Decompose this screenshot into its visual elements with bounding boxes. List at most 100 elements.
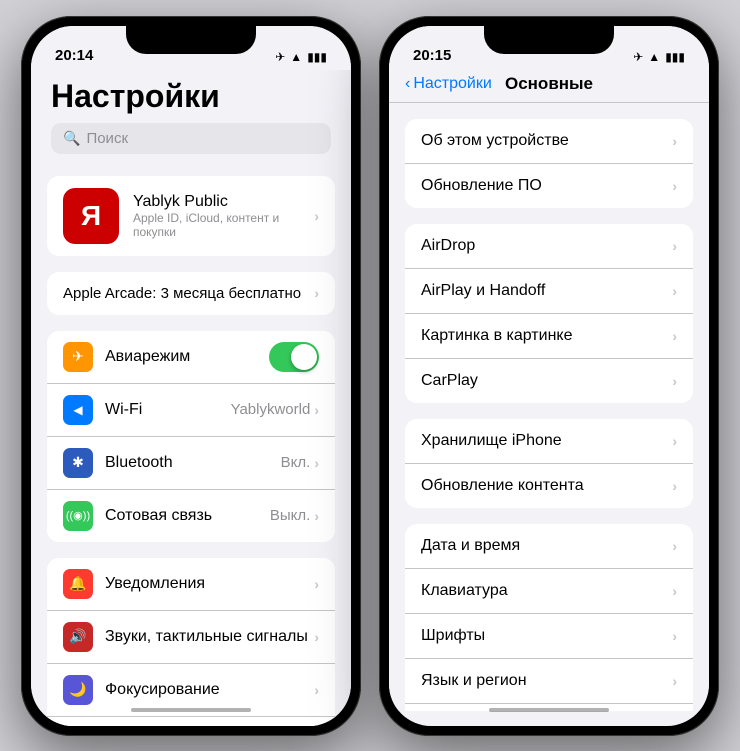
about-chevron: › [672, 133, 677, 149]
search-icon: 🔍 [63, 130, 80, 147]
datetime-label: Дата и время [421, 537, 520, 555]
notifications-content: Уведомления [105, 575, 314, 593]
search-placeholder: Поиск [86, 130, 128, 147]
setting-screentime[interactable]: ⏱ Экранное время › [47, 717, 335, 726]
pip-chevron: › [672, 328, 677, 344]
nav-title: Основные [505, 74, 593, 94]
cellular-value: Выкл. [270, 507, 310, 524]
left-phone: 20:14 ✈ ▲ ▮▮▮ Настройки 🔍 Поиск [21, 16, 361, 736]
cellular-label: Сотовая связь [105, 507, 212, 524]
section-airdrop: AirDrop › AirPlay и Handoff › Картинка в… [405, 224, 693, 403]
update-label: Обновление ПО [421, 177, 542, 195]
status-time-left: 20:14 [55, 47, 93, 64]
setting-cellular[interactable]: ((◉)) Сотовая связь Выкл. › [47, 490, 335, 542]
section-device: Об этом устройстве › Обновление ПО › [405, 119, 693, 208]
nav-back-label: Настройки [413, 75, 491, 93]
row-carplay[interactable]: CarPlay › [405, 359, 693, 403]
arcade-text: Apple Arcade: 3 месяца бесплатно [63, 285, 301, 302]
about-label: Об этом устройстве [421, 132, 569, 150]
home-indicator-left [131, 708, 251, 712]
sounds-icon: 🔊 [63, 622, 93, 652]
battery-icon-right: ▮▮▮ [665, 50, 685, 64]
bluetooth-content: Bluetooth [105, 454, 281, 472]
row-fonts[interactable]: Шрифты › [405, 614, 693, 659]
fonts-chevron: › [672, 628, 677, 644]
bluetooth-value: Вкл. [281, 454, 311, 471]
search-bar[interactable]: 🔍 Поиск [51, 123, 331, 154]
wifi-chevron: › [314, 402, 319, 418]
bgrefresh-label: Обновление контента [421, 477, 584, 495]
left-phone-screen: 20:14 ✈ ▲ ▮▮▮ Настройки 🔍 Поиск [31, 26, 351, 726]
notch-left [126, 26, 256, 54]
sounds-chevron: › [314, 629, 319, 645]
row-airdrop[interactable]: AirDrop › [405, 224, 693, 269]
back-chevron-icon: ‹ [405, 75, 410, 93]
arcade-banner[interactable]: Apple Arcade: 3 месяца бесплатно › [47, 272, 335, 315]
status-time-right: 20:15 [413, 47, 451, 64]
left-screen-content: Настройки 🔍 Поиск Я Yablyk Public Apple … [31, 70, 351, 726]
airplane-content: Авиарежим [105, 348, 269, 366]
cellular-content: Сотовая связь [105, 507, 270, 525]
row-storage[interactable]: Хранилище iPhone › [405, 419, 693, 464]
sounds-content: Звуки, тактильные сигналы [105, 628, 314, 646]
bluetooth-setting-icon: ✱ [63, 448, 93, 478]
wifi-icon-right: ▲ [648, 50, 660, 64]
setting-notifications[interactable]: 🔔 Уведомления › [47, 558, 335, 611]
section-storage: Хранилище iPhone › Обновление контента › [405, 419, 693, 508]
setting-sounds[interactable]: 🔊 Звуки, тактильные сигналы › [47, 611, 335, 664]
profile-icon: Я [63, 188, 119, 244]
notifications-chevron: › [314, 576, 319, 592]
row-pip[interactable]: Картинка в картинке › [405, 314, 693, 359]
row-about[interactable]: Об этом устройстве › [405, 119, 693, 164]
storage-chevron: › [672, 433, 677, 449]
keyboard-chevron: › [672, 583, 677, 599]
profile-row[interactable]: Я Yablyk Public Apple ID, iCloud, контен… [47, 176, 335, 256]
language-label: Язык и регион [421, 672, 527, 690]
row-airplay[interactable]: AirPlay и Handoff › [405, 269, 693, 314]
language-chevron: › [672, 673, 677, 689]
airdrop-label: AirDrop [421, 237, 475, 255]
wifi-label: Wi-Fi [105, 401, 142, 418]
wifi-value: Yablykworld [231, 401, 311, 418]
home-indicator-right [489, 708, 609, 712]
battery-icon: ▮▮▮ [307, 50, 327, 64]
carplay-label: CarPlay [421, 372, 478, 390]
row-bgrefresh[interactable]: Обновление контента › [405, 464, 693, 508]
arcade-chevron: › [314, 285, 319, 301]
row-keyboard[interactable]: Клавиатура › [405, 569, 693, 614]
setting-airplane[interactable]: ✈ Авиарежим [47, 331, 335, 384]
nav-back-button[interactable]: ‹ Настройки [405, 75, 492, 93]
airplane-toggle[interactable] [269, 342, 319, 372]
notifications-label: Уведомления [105, 575, 205, 592]
row-datetime[interactable]: Дата и время › [405, 524, 693, 569]
profile-name: Yablyk Public [133, 193, 300, 211]
quick-settings-section: ✈ Авиарежим ◀ Wi-Fi [47, 331, 335, 542]
airplane-setting-icon: ✈ [63, 342, 93, 372]
nav-bar: ‹ Настройки Основные [389, 70, 709, 103]
focus-content: Фокусирование [105, 681, 314, 699]
setting-wifi[interactable]: ◀ Wi-Fi Yablykworld › [47, 384, 335, 437]
profile-section[interactable]: Я Yablyk Public Apple ID, iCloud, контен… [47, 176, 335, 256]
row-language[interactable]: Язык и регион › [405, 659, 693, 704]
focus-chevron: › [314, 682, 319, 698]
row-update[interactable]: Обновление ПО › [405, 164, 693, 208]
setting-bluetooth[interactable]: ✱ Bluetooth Вкл. › [47, 437, 335, 490]
sounds-label: Звуки, тактильные сигналы [105, 628, 308, 645]
profile-chevron: › [314, 208, 319, 224]
update-chevron: › [672, 178, 677, 194]
settings-header: Настройки 🔍 Поиск [31, 70, 351, 176]
airdrop-chevron: › [672, 238, 677, 254]
focus-icon: 🌙 [63, 675, 93, 705]
keyboard-label: Клавиатура [421, 582, 508, 600]
section-locale: Дата и время › Клавиатура › Шрифты › Язы… [405, 524, 693, 711]
carplay-chevron: › [672, 373, 677, 389]
right-screen-content: Об этом устройстве › Обновление ПО › Air… [389, 103, 709, 711]
datetime-chevron: › [672, 538, 677, 554]
airplay-label: AirPlay и Handoff [421, 282, 545, 300]
notifications-icon: 🔔 [63, 569, 93, 599]
profile-content: Yablyk Public Apple ID, iCloud, контент … [133, 193, 300, 239]
notch-right [484, 26, 614, 54]
bgrefresh-chevron: › [672, 478, 677, 494]
airplane-icon-right: ✈ [633, 50, 643, 64]
status-icons-left: ✈ ▲ ▮▮▮ [275, 50, 327, 64]
